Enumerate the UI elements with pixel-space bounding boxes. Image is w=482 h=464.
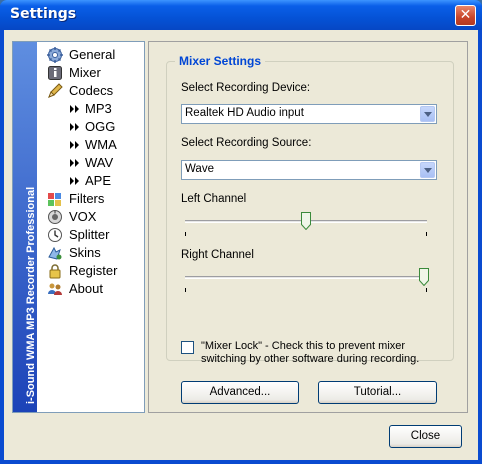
users-icon (48, 283, 62, 295)
recording-device-value: Realtek HD Audio input (185, 107, 304, 119)
close-window-icon[interactable]: ✕ (455, 5, 476, 26)
sidebar-item-codecs[interactable]: Codecs (37, 82, 142, 100)
sidebar-item-label: Codecs (69, 83, 114, 98)
slider-tick (426, 288, 427, 292)
pencil-icon (48, 83, 63, 98)
group-title: Mixer Settings (175, 54, 266, 68)
slider-thumb[interactable] (301, 212, 311, 230)
sidebar-item-label: Skins (69, 245, 101, 260)
sidebar-item-label: About (69, 281, 103, 296)
double-arrow-icon (70, 177, 79, 185)
mixer-lock-checkbox[interactable] (181, 341, 194, 354)
sidebar-banner: i-Sound WMA MP3 Recorder Professional (13, 42, 37, 412)
slider-track (185, 276, 427, 279)
sidebar-item-label: Register (69, 263, 118, 278)
double-arrow-icon (70, 141, 79, 149)
lock-icon (49, 264, 61, 279)
right-channel-label: Right Channel (181, 249, 254, 261)
double-arrow-icon (70, 105, 79, 113)
device-label: Select Recording Device: (181, 82, 311, 94)
sidebar-item-mixer[interactable]: Mixer (37, 64, 142, 82)
sidebar-item-splitter[interactable]: Splitter (37, 226, 142, 244)
mixer-settings-panel: Mixer Settings Select Recording Device: … (148, 41, 468, 413)
sidebar-item-label: APE (85, 173, 112, 188)
sidebar-item-label: Splitter (69, 227, 110, 242)
sidebar-item-label: Mixer (69, 65, 101, 80)
slider-tick (185, 288, 186, 292)
info-icon (48, 66, 62, 80)
sidebar-item-vox[interactable]: VOX (37, 208, 142, 226)
sidebar-item-about[interactable]: About (37, 280, 142, 298)
slider-thumb[interactable] (419, 268, 429, 286)
left-channel-label: Left Channel (181, 193, 247, 205)
settings-window: Settings ✕ i-Sound WMA MP3 Recorder Prof… (0, 0, 482, 464)
slider-tick (426, 232, 427, 236)
right-channel-slider[interactable] (183, 268, 429, 292)
double-arrow-icon (70, 123, 79, 131)
tutorial-button[interactable]: Tutorial... (318, 381, 437, 404)
double-arrow-icon (70, 159, 79, 167)
skins-icon (48, 246, 62, 260)
slider-tick (185, 232, 186, 236)
sidebar-item-register[interactable]: Register (37, 262, 142, 280)
sidebar-item-wav[interactable]: WAV (37, 154, 142, 172)
filters-icon (48, 193, 61, 206)
sidebar-item-label: OGG (85, 119, 116, 134)
gear-icon (47, 47, 63, 63)
sidebar-item-wma[interactable]: WMA (37, 136, 142, 154)
sidebar-item-filters[interactable]: Filters (37, 190, 142, 208)
sidebar-item-label: MP3 (85, 101, 112, 116)
left-channel-slider[interactable] (183, 212, 429, 236)
chevron-down-icon[interactable] (420, 162, 435, 178)
sidebar-item-mp3[interactable]: MP3 (37, 100, 142, 118)
close-button[interactable]: Close (389, 425, 462, 448)
advanced-button[interactable]: Advanced... (181, 381, 299, 404)
window-title: Settings (10, 6, 77, 22)
sidebar-item-label: VOX (69, 209, 97, 224)
vox-icon (48, 210, 62, 224)
title-bar[interactable]: Settings ✕ (0, 0, 482, 30)
sidebar-item-general[interactable]: General (37, 46, 142, 64)
dialog-body: i-Sound WMA MP3 Recorder Professional Ge… (4, 30, 478, 460)
recording-device-select[interactable]: Realtek HD Audio input (181, 104, 437, 124)
sidebar-banner-text: i-Sound WMA MP3 Recorder Professional (25, 186, 37, 404)
sidebar-item-ogg[interactable]: OGG (37, 118, 142, 136)
sidebar-item-label: General (69, 47, 116, 62)
sidebar: i-Sound WMA MP3 Recorder Professional Ge… (12, 41, 145, 413)
sidebar-item-label: WAV (85, 155, 114, 170)
sidebar-item-ape[interactable]: APE (37, 172, 142, 190)
recording-source-select[interactable]: Wave (181, 160, 437, 180)
chevron-down-icon[interactable] (420, 106, 435, 122)
mixer-lock-text: "Mixer Lock" - Check this to prevent mix… (201, 340, 420, 365)
sidebar-item-label: WMA (85, 137, 117, 152)
sidebar-item-skins[interactable]: Skins (37, 244, 142, 262)
recording-source-value: Wave (185, 163, 214, 175)
sidebar-item-label: Filters (69, 191, 105, 206)
clock-icon (48, 228, 62, 242)
source-label: Select Recording Source: (181, 137, 312, 149)
